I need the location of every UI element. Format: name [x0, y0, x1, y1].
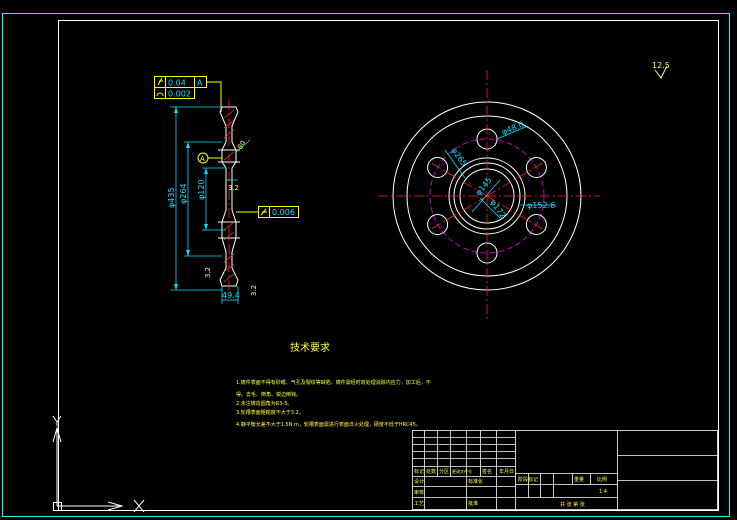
section-view: 0.04 A 0.002 φ435 φ264 φ120 A 80 3.2 0.0… — [154, 76, 299, 304]
tech-req-line-5: 4.静平衡允差不大于1.5N.m，轮槽表面需进行表面淬火处理，硬度不低于HRC4… — [236, 421, 421, 428]
tech-req-title: 技术要求 — [290, 341, 330, 354]
outer-frame — [2, 13, 730, 517]
tb-label-change: 更改文件号 — [452, 468, 472, 474]
dim-hole: φ48.0 — [500, 120, 525, 137]
front-view: φ48.0 φ265 φ145 φ172 φ152.6 — [378, 70, 600, 322]
tolerance-3-value: 0.006 — [272, 208, 295, 217]
dim-pcd: φ265 — [449, 146, 468, 168]
dim-r-side: 3.2 — [204, 267, 212, 278]
tb-label-design: 设计 — [414, 478, 424, 485]
dim-d-outer: φ435 — [167, 187, 176, 208]
cad-drawing: 0.04 A 0.002 φ435 φ264 φ120 A 80 3.2 0.0… — [2, 13, 730, 517]
tb-label-std: 标准化 — [468, 478, 483, 485]
title-block-text: 标记 处数 分区 更改文件号 签名 年月日 设计 标准化 阶段标记 重量 比例 … — [414, 468, 607, 508]
tech-req-line-1: 1.铸件表面不得有砂眼、气孔及裂纹等缺陷，铸件需经时效处理消除内应力，加工后，不 — [236, 379, 431, 386]
tb-scale-value: 1:4 — [599, 489, 607, 495]
tolerance-frame-runout: 0.04 A — [154, 76, 207, 88]
tech-req-line-4: 3.轮槽表面粗糙度不大于3.2。 — [236, 409, 304, 416]
tb-label-sign: 签名 — [482, 468, 492, 475]
roughness-top-value: 12.5 — [652, 61, 670, 70]
flatness-symbol-icon — [157, 77, 163, 86]
tb-label-weight: 重量 — [574, 476, 584, 483]
tb-label-review: 审核 — [414, 489, 424, 496]
tech-req-line-2: 得。去毛、倒角、锐边倒钝。 — [236, 391, 301, 398]
dim-width: 49.4 — [222, 291, 240, 300]
dim-hub-od: φ152.6 — [527, 201, 555, 210]
flatness-symbol-icon — [260, 208, 267, 216]
datum-label: A — [200, 155, 205, 163]
tb-label-craft: 工艺 — [414, 501, 424, 507]
surface-roughness-icon: 12.5 — [652, 61, 670, 79]
tech-req-line-3: 2.未注铸造圆角为R3-5。 — [236, 400, 292, 407]
tolerance-1-datum: A — [197, 79, 203, 88]
tb-label-scale: 比例 — [597, 476, 607, 483]
tolerance-1-value: 0.04 — [168, 79, 186, 88]
tolerance-frame-circularity: 0.002 — [154, 87, 195, 99]
dim-d-mid: φ264 — [179, 183, 188, 204]
tolerance-2-value: 0.002 — [168, 90, 191, 99]
dim-d-hub: φ120 — [197, 179, 206, 200]
tolerance-frame-3: 0.006 — [236, 206, 299, 218]
dim-r-bottom: 3.2 — [250, 285, 258, 296]
dim-r-top: 3.2 — [228, 184, 239, 192]
dim-angle: 80 — [236, 139, 248, 151]
tb-label-zone: 分区 — [439, 468, 449, 475]
tb-label-count: 处数 — [426, 468, 436, 475]
front-centerlines — [378, 70, 600, 322]
technical-requirements: 技术要求 1.铸件表面不得有砂眼、气孔及裂纹等缺陷，铸件需经时效处理消除内应力，… — [236, 341, 431, 428]
tb-label-approve: 批准 — [468, 500, 478, 507]
tb-label-stage: 阶段标记 — [518, 476, 538, 483]
tb-label-date: 年月日 — [499, 468, 514, 475]
ucs-axis-icon[interactable] — [52, 415, 145, 513]
tb-label-mark: 标记 — [414, 468, 424, 475]
circularity-symbol-icon — [156, 92, 164, 97]
tb-sheet: 共 张 第 张 — [560, 501, 585, 508]
